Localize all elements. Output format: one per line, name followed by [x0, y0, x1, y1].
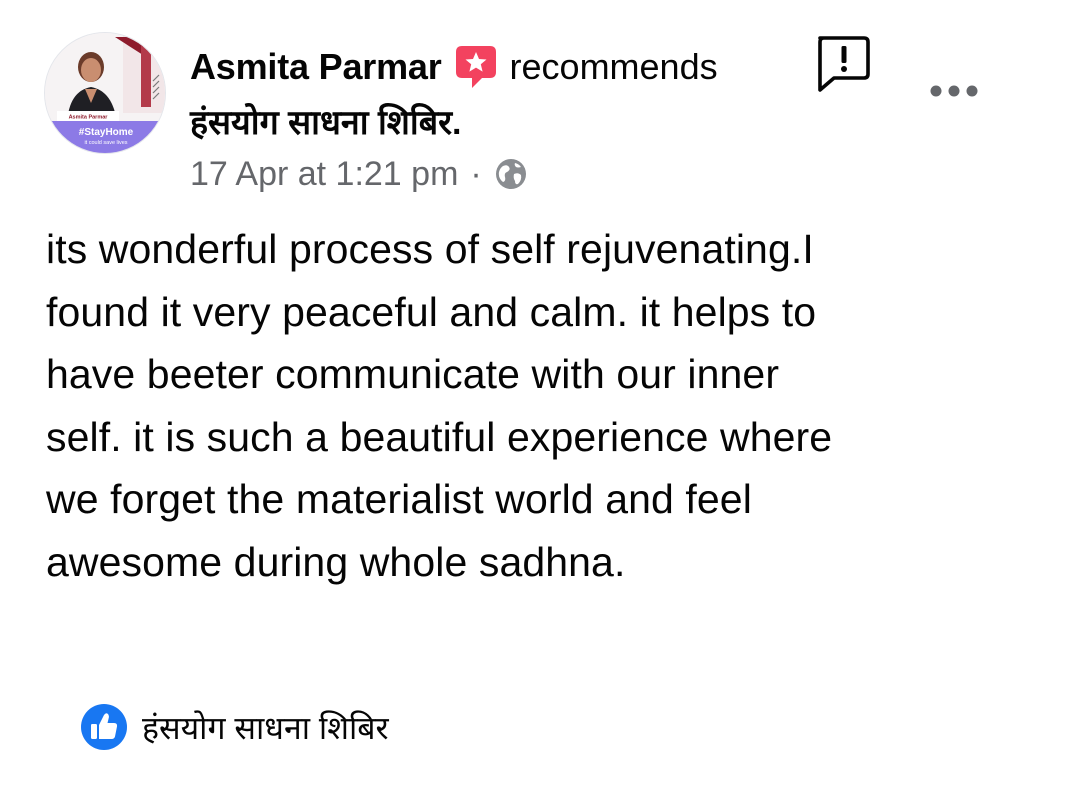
more-options-button[interactable]	[926, 76, 982, 106]
avatar-tag-text: #StayHome	[79, 127, 134, 138]
avatar-image: Asmita Parmar #StayHome it could save li…	[45, 33, 165, 153]
author-avatar[interactable]: Asmita Parmar #StayHome it could save li…	[44, 32, 166, 154]
globe-icon[interactable]	[494, 157, 528, 191]
avatar-tag-subtext: it could save lives	[84, 140, 127, 146]
more-options-icon	[930, 85, 978, 97]
recommended-page-chip[interactable]: हंसयोग साधना शिबिर	[80, 702, 389, 752]
recommend-icon	[454, 44, 498, 90]
like-icon	[80, 703, 128, 751]
meta-separator: ·	[470, 154, 482, 193]
post-timestamp[interactable]: 17 Apr at 1:21 pm	[190, 155, 458, 194]
avatar-name-text: Asmita Parmar	[69, 115, 109, 121]
recommended-page-link[interactable]: हंसयोग साधना शिबिर.	[190, 98, 461, 144]
recommendation-post: Asmita Parmar #StayHome it could save li…	[0, 0, 1080, 788]
post-body-text: its wonderful process of self rejuvenati…	[46, 226, 833, 585]
post-meta: 17 Apr at 1:21 pm ·	[190, 152, 528, 196]
page-link-label: हंसयोग साधना शिबिर	[142, 709, 389, 746]
author-name-link[interactable]: Asmita Parmar	[190, 46, 442, 88]
post-header: Asmita Parmar recommends	[190, 40, 718, 94]
recommends-label: recommends	[509, 46, 718, 87]
report-button[interactable]	[810, 34, 874, 94]
report-icon	[818, 36, 870, 92]
